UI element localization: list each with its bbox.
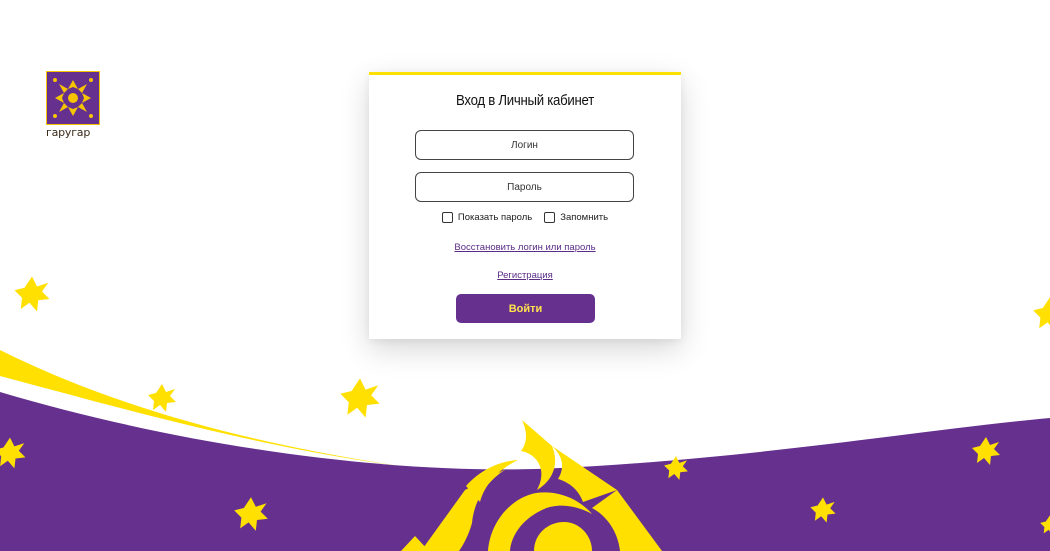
show-password-label: Показать пароль (457, 212, 533, 223)
login-title: Вход в Личный кабинет (456, 92, 594, 109)
password-input[interactable] (415, 172, 634, 202)
brand-logo[interactable]: гаругар (46, 71, 100, 145)
logo-text: гаругар (46, 126, 91, 139)
checkbox-box[interactable] (441, 212, 453, 223)
star-icon (1033, 297, 1050, 329)
restore-link[interactable]: Восстановить логин или пароль (369, 242, 681, 253)
login-input[interactable] (415, 130, 634, 160)
star-icon (148, 384, 176, 412)
remember-label: Запомнить (560, 212, 609, 223)
register-link[interactable]: Регистрация (369, 270, 681, 281)
show-password-checkbox[interactable]: Показать пароль (441, 212, 533, 223)
star-icon (14, 276, 50, 312)
sun-ornament-icon (46, 71, 100, 125)
checkbox-box[interactable] (544, 212, 556, 223)
star-icon (340, 378, 380, 418)
options-row: Показать пароль Запомнить (369, 212, 681, 223)
remember-checkbox[interactable]: Запомнить (544, 212, 608, 223)
login-card: Вход в Личный кабинет Показать пароль За… (369, 72, 681, 339)
login-page: гаругар Вход в Личный кабинет Показать п… (0, 0, 1050, 551)
login-button[interactable]: Войти (456, 294, 595, 323)
